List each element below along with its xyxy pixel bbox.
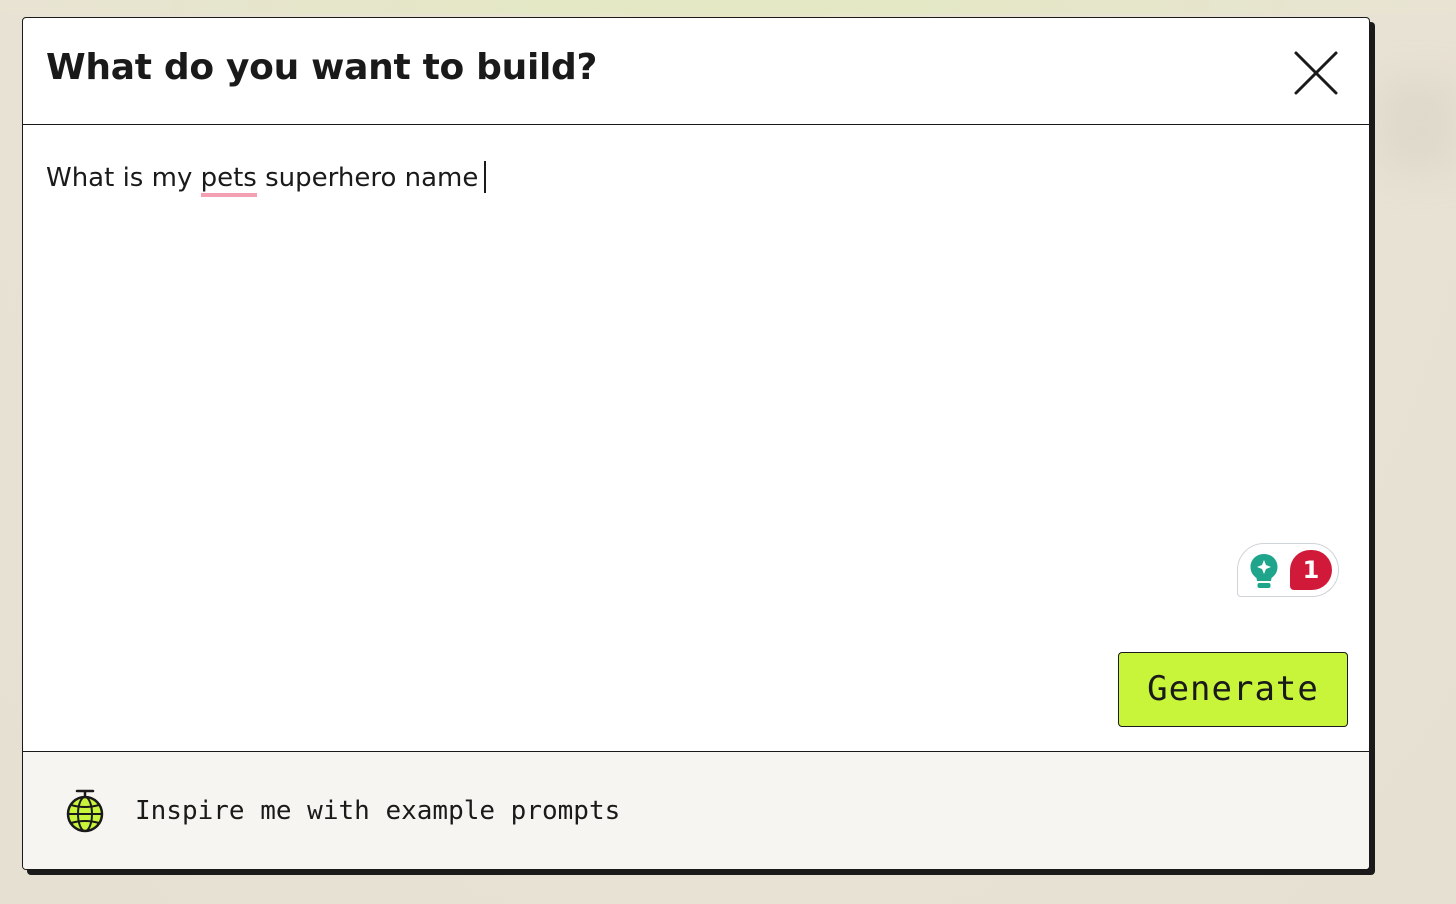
text-caret	[484, 160, 487, 193]
backdrop-top-strip	[0, 0, 1456, 14]
prompt-area[interactable]: What is my pets superhero name 1 Generat…	[23, 125, 1369, 751]
issue-count-badge: 1	[1290, 550, 1332, 590]
build-dialog: What do you want to build? What is my pe…	[22, 17, 1370, 870]
inspire-prompts-row[interactable]: Inspire me with example prompts	[23, 751, 1369, 869]
generate-button[interactable]: Generate	[1118, 652, 1348, 727]
globe-icon	[66, 789, 104, 833]
dialog-title: What do you want to build?	[46, 47, 598, 88]
prompt-text-before: What is my	[46, 163, 201, 193]
dialog-header: What do you want to build?	[23, 18, 1369, 125]
lightbulb-icon	[1250, 554, 1278, 588]
grammar-checker-widget[interactable]: 1	[1237, 543, 1339, 597]
prompt-text-after: superhero name	[256, 163, 479, 193]
prompt-input[interactable]: What is my pets superhero name	[46, 160, 487, 197]
backdrop-shape	[1380, 80, 1456, 170]
close-button[interactable]	[1293, 50, 1339, 96]
close-icon	[1294, 51, 1338, 95]
inspire-prompts-label[interactable]: Inspire me with example prompts	[135, 796, 620, 827]
misspelled-word[interactable]: pets	[200, 163, 257, 197]
